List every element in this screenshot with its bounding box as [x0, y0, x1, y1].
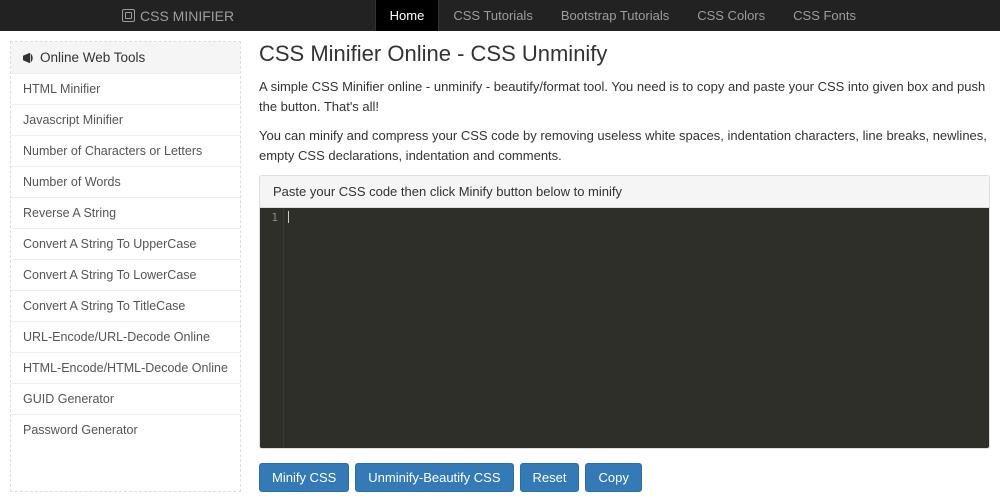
sidebar-item-character-count[interactable]: Number of Characters or Letters — [11, 136, 240, 167]
main: CSS Minifier Online - CSS Unminify A sim… — [259, 41, 990, 492]
nav-home[interactable]: Home — [375, 0, 440, 31]
line-number: 1 — [260, 211, 278, 224]
editor-panel: Paste your CSS code then click Minify bu… — [259, 175, 990, 449]
sidebar-item-uppercase[interactable]: Convert A String To UpperCase — [11, 229, 240, 260]
sidebar-header: Online Web Tools — [11, 42, 240, 74]
container: Online Web Tools HTML Minifier Javascrip… — [0, 31, 1000, 492]
sidebar-item-html-minifier[interactable]: HTML Minifier — [11, 74, 240, 105]
sidebar-header-text: Online Web Tools — [40, 50, 145, 65]
copy-button[interactable]: Copy — [585, 463, 641, 492]
sidebar-item-titlecase[interactable]: Convert A String To TitleCase — [11, 291, 240, 322]
brand[interactable]: CSS MINIFIER — [122, 8, 234, 24]
sidebar-item-html-encode[interactable]: HTML-Encode/HTML-Decode Online — [11, 353, 240, 384]
sidebar-item-word-count[interactable]: Number of Words — [11, 167, 240, 198]
nav-bootstrap-tutorials[interactable]: Bootstrap Tutorials — [547, 0, 683, 31]
line-gutter: 1 — [260, 208, 284, 448]
reset-button[interactable]: Reset — [520, 463, 580, 492]
description-2: You can minify and compress your CSS cod… — [259, 126, 990, 165]
brand-icon — [122, 9, 135, 22]
nav-css-fonts[interactable]: CSS Fonts — [779, 0, 870, 31]
button-row: Minify CSS Unminify-Beautify CSS Reset C… — [259, 463, 990, 492]
nav: Home CSS Tutorials Bootstrap Tutorials C… — [375, 0, 870, 31]
cursor — [288, 211, 289, 223]
code-area[interactable] — [284, 208, 989, 448]
sidebar-item-password[interactable]: Password Generator — [11, 415, 240, 445]
minify-button[interactable]: Minify CSS — [259, 463, 349, 492]
brand-text: CSS MINIFIER — [140, 8, 234, 24]
sidebar-item-lowercase[interactable]: Convert A String To LowerCase — [11, 260, 240, 291]
navbar: CSS MINIFIER Home CSS Tutorials Bootstra… — [0, 0, 1000, 31]
sidebar: Online Web Tools HTML Minifier Javascrip… — [10, 41, 241, 492]
bullhorn-icon — [23, 53, 35, 63]
description-1: A simple CSS Minifier online - unminify … — [259, 77, 990, 116]
panel-heading: Paste your CSS code then click Minify bu… — [260, 176, 989, 208]
page-title: CSS Minifier Online - CSS Unminify — [259, 41, 990, 67]
sidebar-item-javascript-minifier[interactable]: Javascript Minifier — [11, 105, 240, 136]
unminify-button[interactable]: Unminify-Beautify CSS — [355, 463, 513, 492]
nav-css-tutorials[interactable]: CSS Tutorials — [439, 0, 546, 31]
sidebar-item-url-encode[interactable]: URL-Encode/URL-Decode Online — [11, 322, 240, 353]
sidebar-item-reverse-string[interactable]: Reverse A String — [11, 198, 240, 229]
nav-css-colors[interactable]: CSS Colors — [683, 0, 779, 31]
code-editor[interactable]: 1 — [260, 208, 989, 448]
sidebar-item-guid[interactable]: GUID Generator — [11, 384, 240, 415]
